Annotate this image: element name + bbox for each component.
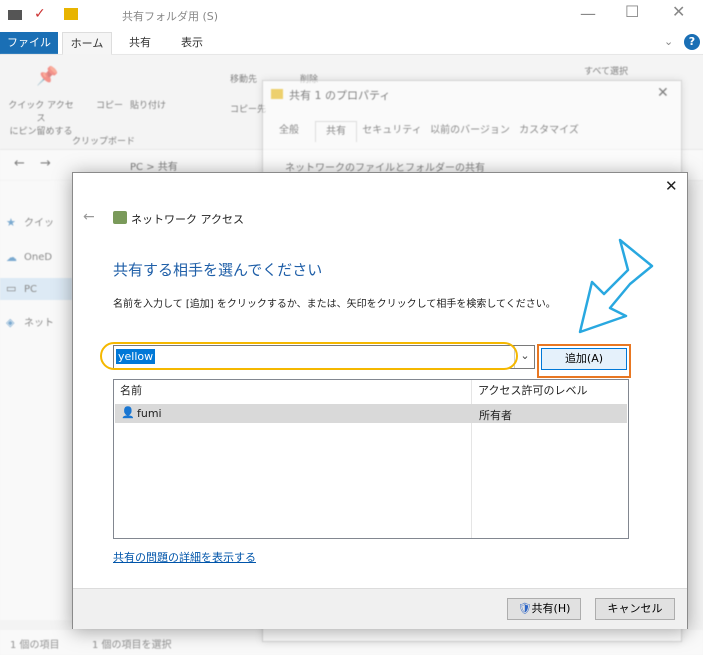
ribbon-tab-file[interactable]: ファイル [0, 32, 58, 54]
dialog-close-icon[interactable]: ✕ [665, 177, 678, 195]
uac-shield-icon: 🛡 [517, 602, 532, 615]
nav-network[interactable]: ネット [24, 314, 54, 334]
column-header-level[interactable]: アクセス許可のレベル [478, 380, 587, 402]
ribbon-tab-share[interactable]: 共有 [118, 32, 162, 54]
user-icon: 👤 [121, 406, 135, 419]
paste-button[interactable]: 貼り付け [130, 98, 166, 111]
prop-tab-customize[interactable]: カスタマイズ [517, 121, 581, 141]
breadcrumb[interactable]: PC > 共有 [130, 158, 178, 173]
properties-quick-icon[interactable]: ✓ [34, 6, 46, 22]
dialog-instruction: 名前を入力して [追加] をクリックするか、または、矢印をクリックして相手を検索… [113, 299, 556, 310]
table-row[interactable]: 👤 fumi 所有者 [115, 404, 627, 423]
minimize-icon[interactable]: — [580, 4, 596, 23]
nav-onedrive[interactable]: OneD [24, 248, 52, 268]
status-item-count: 1 個の項目 [10, 640, 60, 651]
status-selected-count: 1 個の項目を選択 [92, 640, 172, 651]
prop-tab-previous[interactable]: 以前のバージョン [427, 121, 513, 141]
copy-button[interactable]: コピー [96, 98, 123, 111]
add-button[interactable]: 追加(A) [541, 348, 627, 370]
navigation-pane: ★ クイッ ☁ OneD ▭ PC ◈ ネット [0, 180, 72, 620]
sharing-help-link[interactable]: 共有の問題の詳細を表示する [113, 549, 256, 565]
dialog-footer: 🛡共有(H) キャンセル [73, 588, 687, 629]
input-highlight-oval [100, 342, 518, 370]
row-user-name: fumi [137, 407, 162, 420]
pin-icon: 📌 [36, 66, 59, 87]
dialog-title: ネットワーク アクセス [131, 213, 244, 226]
annotation-arrow-icon [578, 238, 654, 334]
back-arrow-icon[interactable]: ← [83, 209, 95, 225]
properties-title: 共有 1 のプロパティ [289, 89, 391, 102]
ribbon-tab-view[interactable]: 表示 [170, 32, 214, 54]
prop-tab-sharing[interactable]: 共有 [315, 121, 357, 142]
prop-tab-security[interactable]: セキュリティ [361, 121, 423, 141]
folder-icon [64, 8, 78, 20]
share-button[interactable]: 🛡共有(H) [507, 598, 581, 620]
network-users-icon [113, 211, 127, 224]
dialog-heading: 共有する相手を選んでください [113, 261, 323, 279]
ribbon-collapse-icon[interactable]: ⌄ [664, 35, 673, 48]
maximize-icon[interactable]: ☐ [625, 2, 639, 21]
pc-icon: ▭ [6, 282, 17, 295]
help-icon[interactable]: ? [684, 34, 700, 50]
share-button-label: 共有(H) [531, 602, 571, 615]
network-icon: ◈ [6, 316, 15, 329]
nav-quick-access[interactable]: クイッ [24, 214, 54, 234]
properties-close-icon[interactable]: ✕ [657, 85, 669, 101]
onedrive-icon: ☁ [6, 251, 17, 264]
quick-access-icon: ★ [6, 216, 16, 229]
share-user-list[interactable]: 名前 アクセス許可のレベル 👤 fumi 所有者 [113, 379, 629, 539]
drive-icon [8, 10, 22, 20]
forward-icon[interactable]: → [40, 156, 51, 171]
cancel-button[interactable]: キャンセル [595, 598, 675, 620]
ribbon-tab-home[interactable]: ホーム [62, 32, 112, 55]
select-all-button[interactable]: すべて選択 [584, 64, 628, 77]
folder-icon [271, 89, 283, 99]
prop-tab-general[interactable]: 全般 [271, 121, 307, 141]
nav-pc[interactable]: PC [24, 280, 37, 300]
move-to-button[interactable]: 移動先 [230, 72, 257, 85]
column-header-name[interactable]: 名前 [120, 380, 142, 402]
window-title: 共有フォルダ用 (S) [122, 10, 219, 23]
copy-to-button[interactable]: コピー先 [230, 102, 266, 115]
row-permission-level[interactable]: 所有者 [479, 407, 512, 423]
close-window-icon[interactable]: ✕ [672, 2, 685, 21]
back-icon[interactable]: ← [14, 156, 25, 171]
explorer-titlebar: ✓ 共有フォルダ用 (S) — ☐ ✕ [0, 0, 703, 32]
clipboard-group-label: クリップボード [72, 137, 136, 147]
pin-quick-access-button[interactable]: クイック アクセス にピン留めする [8, 98, 74, 137]
